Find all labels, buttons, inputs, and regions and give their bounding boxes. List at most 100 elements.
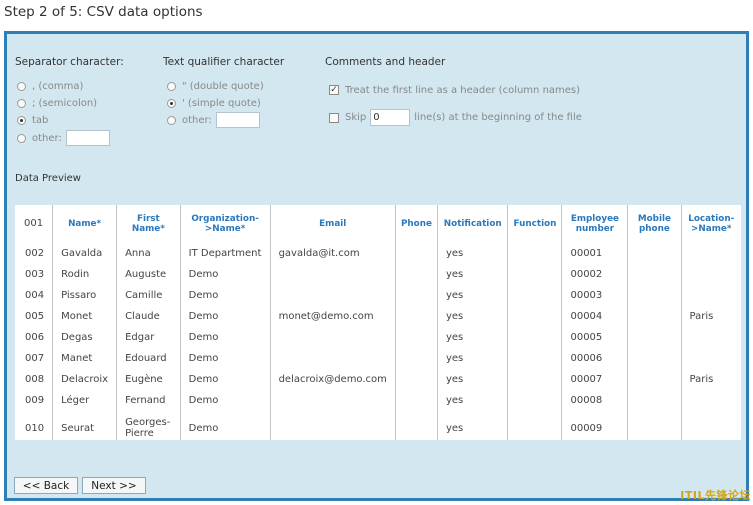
table-cell: yes [436, 285, 508, 306]
qualifier-other-input[interactable] [215, 112, 260, 128]
separator-tab-radio[interactable] [17, 115, 26, 125]
table-cell: Gavalda [52, 243, 117, 264]
qualifier-other-label: other: [182, 114, 212, 126]
table-row: 007 Manet Edouard Demo yes 00006 [15, 348, 741, 369]
skip-lines-input[interactable] [370, 109, 411, 126]
table-row: 006 Degas Edgar Demo yes 00005 [15, 327, 741, 348]
column-header: Notification [436, 205, 508, 243]
table-cell: Edgar [116, 327, 181, 348]
table-cell: Paris [680, 369, 741, 390]
table-cell: yes [436, 327, 508, 348]
qualifier-double-quote-radio[interactable] [167, 81, 176, 91]
separator-other-label: other: [32, 132, 62, 144]
table-cell: monet@demo.com [269, 306, 396, 327]
table-cell: 00003 [561, 285, 628, 306]
back-button[interactable]: << Back [14, 477, 78, 494]
row-number: 005 [25, 311, 45, 322]
row-number: 008 [25, 374, 45, 385]
table-cell [680, 411, 741, 440]
column-header: Phone [394, 205, 438, 243]
separator-other-radio[interactable] [17, 133, 26, 143]
table-cell: Eugène [116, 369, 181, 390]
column-header: First Name* [116, 205, 181, 243]
table-cell: 00009 [561, 411, 628, 440]
comments-header-title: Comments and header [325, 56, 446, 68]
skip-checkbox[interactable] [329, 112, 339, 123]
table-cell [680, 390, 741, 411]
row-number: 002 [25, 248, 45, 259]
separator-comma-radio[interactable] [17, 81, 26, 91]
header-label: Treat the first line as a header (column… [345, 84, 581, 96]
row-number: 007 [25, 353, 45, 364]
table-cell: Rodin [52, 264, 117, 285]
table-cell [507, 390, 562, 411]
table-cell: Paris [680, 306, 741, 327]
qualifier-double-quote-option[interactable]: " (double quote) [167, 79, 264, 93]
column-header: Organization->Name* [179, 205, 271, 243]
table-cell: Seurat [52, 411, 117, 440]
table-cell: IT Department [179, 243, 271, 264]
table-cell [627, 411, 681, 440]
table-cell [394, 369, 438, 390]
skip-suffix-label: line(s) at the beginning of the file [414, 112, 582, 123]
table-cell: Fernand [116, 390, 181, 411]
table-cell [507, 264, 562, 285]
skip-option[interactable]: Skip line(s) at the beginning of the fil… [329, 109, 582, 126]
table-cell: Demo [179, 369, 271, 390]
table-cell: yes [436, 369, 508, 390]
separator-tab-option[interactable]: tab [17, 113, 48, 127]
separator-title: Separator character: [15, 56, 124, 68]
table-cell [507, 306, 562, 327]
table-cell [680, 243, 741, 264]
qualifier-simple-quote-radio[interactable] [167, 98, 176, 108]
table-cell [507, 411, 562, 440]
separator-semicolon-radio[interactable] [17, 98, 26, 108]
table-cell [627, 264, 681, 285]
separator-semicolon-option[interactable]: ; (semicolon) [17, 96, 97, 110]
qualifier-simple-quote-option[interactable]: ' (simple quote) [167, 96, 261, 110]
table-row: 008 Delacroix Eugène Demo delacroix@demo.com… [15, 369, 741, 390]
table-cell [507, 348, 562, 369]
table-cell [394, 390, 438, 411]
table-cell: 00005 [561, 327, 628, 348]
table-cell: gavalda@it.com [269, 243, 396, 264]
header-option[interactable]: ✓ Treat the first line as a header (colu… [329, 83, 580, 97]
separator-other-option[interactable]: other: [17, 130, 114, 146]
csv-options-panel: Separator character: , (comma) ; (semico… [4, 31, 749, 501]
table-cell: 00004 [561, 306, 628, 327]
step-title: Step 2 of 5: CSV data options [4, 4, 203, 20]
next-button[interactable]: Next >> [82, 477, 146, 494]
qualifier-other-radio[interactable] [167, 115, 176, 125]
table-cell: yes [436, 243, 508, 264]
table-cell: yes [436, 390, 508, 411]
table-cell [627, 327, 681, 348]
table-cell: Claude [116, 306, 181, 327]
column-header: Name* [52, 205, 117, 243]
table-cell: Delacroix [52, 369, 117, 390]
header-row-number: 001 [24, 218, 44, 229]
table-cell: Edouard [116, 348, 181, 369]
separator-comma-option[interactable]: , (comma) [17, 79, 83, 93]
table-cell [507, 285, 562, 306]
preview-header-row: 001 Name* First Name* Organization->Name… [15, 205, 741, 243]
table-cell: Demo [179, 264, 271, 285]
table-cell: Monet [52, 306, 117, 327]
table-cell: Georges-Pierre [116, 411, 181, 440]
table-cell [507, 327, 562, 348]
qualifier-title: Text qualifier character [163, 56, 285, 68]
separator-other-input[interactable] [65, 130, 110, 146]
table-cell [394, 285, 438, 306]
table-cell [627, 369, 681, 390]
table-cell [269, 264, 396, 285]
table-cell [394, 264, 438, 285]
header-checkbox[interactable]: ✓ [329, 85, 339, 95]
table-cell: 00001 [561, 243, 628, 264]
table-cell: yes [436, 348, 508, 369]
table-cell [269, 348, 396, 369]
table-cell: yes [436, 411, 508, 440]
table-cell [269, 285, 396, 306]
table-cell: delacroix@demo.com [269, 369, 396, 390]
column-header: Email [269, 205, 396, 243]
table-row: 010 Seurat Georges-Pierre Demo yes 00009 [15, 411, 741, 440]
qualifier-other-option[interactable]: other: [167, 112, 264, 128]
